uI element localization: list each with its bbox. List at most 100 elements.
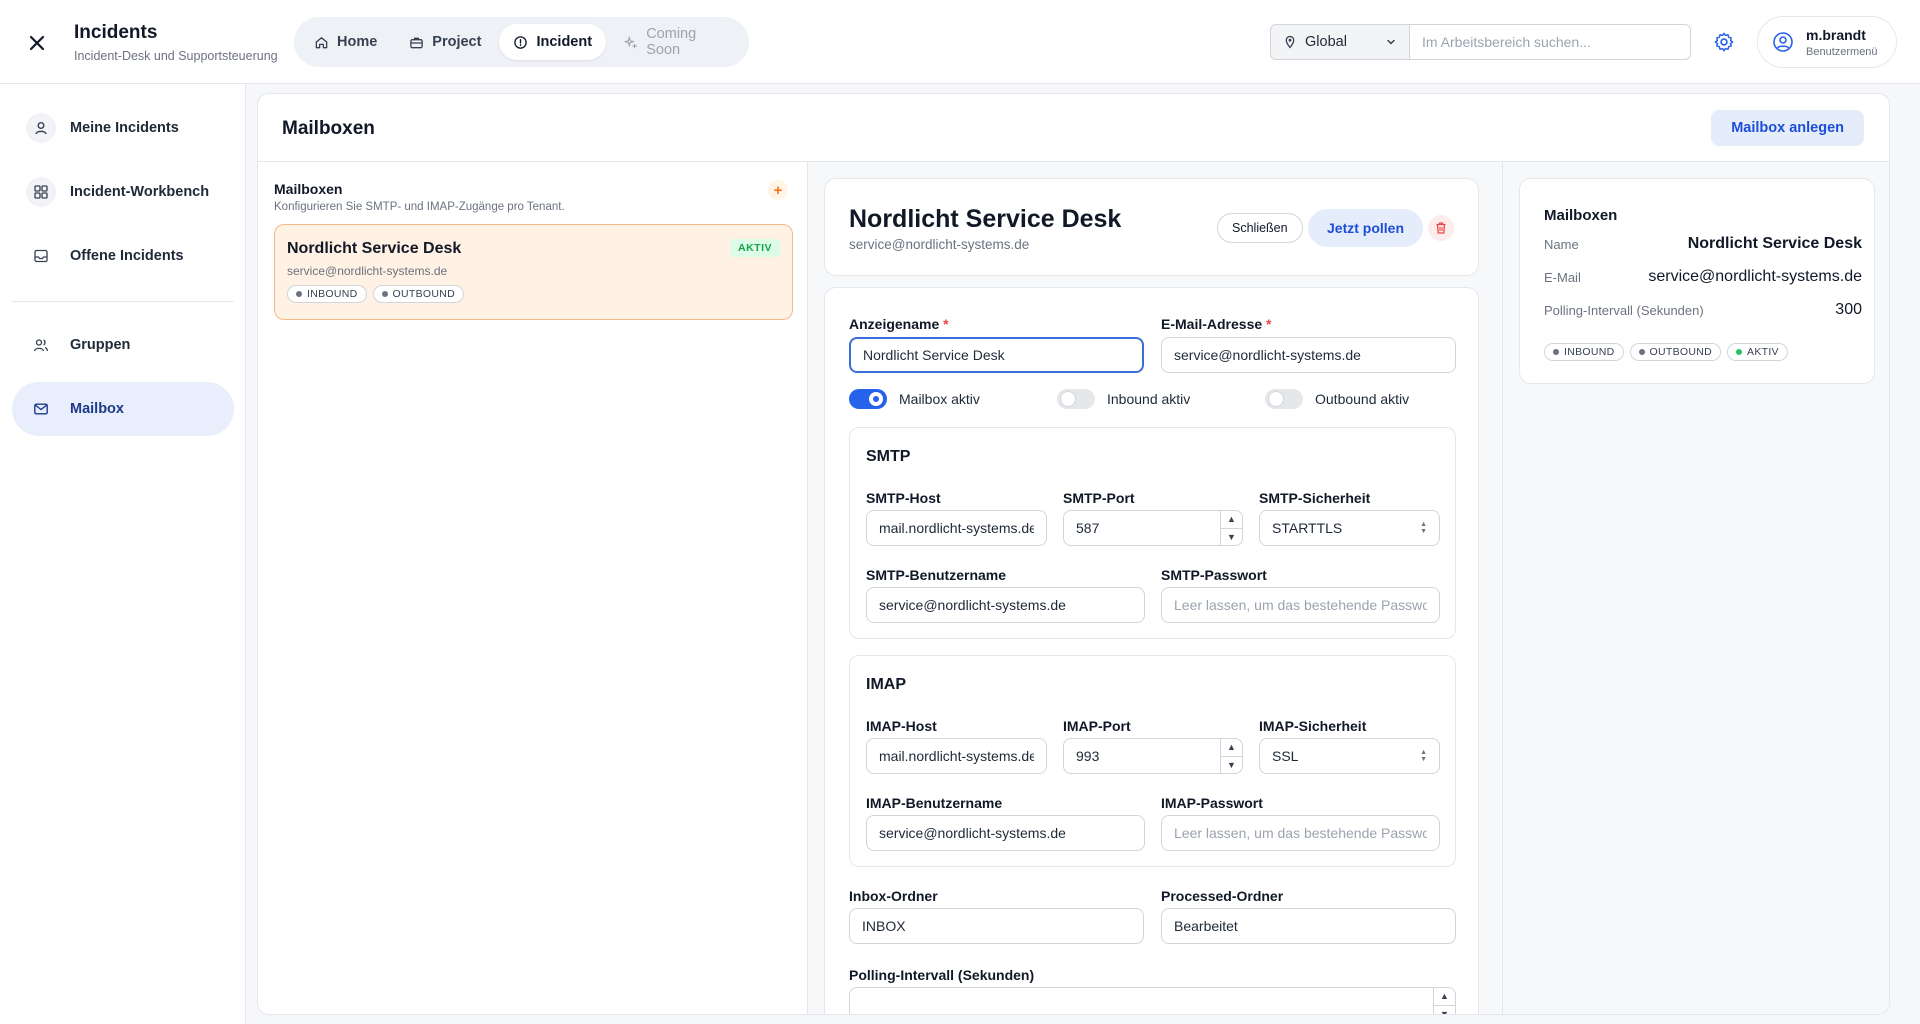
user-menu[interactable]: m.brandt Benutzermenü (1757, 16, 1897, 68)
toggle-outbound-active[interactable]: Outbound aktiv (1265, 389, 1409, 409)
close-icon[interactable] (22, 28, 52, 58)
tag-dot (1736, 349, 1743, 355)
tab-project-label: Project (432, 34, 482, 50)
summary-value: 300 (1835, 301, 1862, 318)
toggle-switch[interactable] (849, 389, 887, 409)
summary-key: Name (1544, 236, 1579, 252)
processed-folder-input[interactable] (1161, 908, 1456, 944)
toggle-label: Mailbox aktiv (899, 391, 980, 407)
mailbox-item-tags: INBOUND OUTBOUND (287, 285, 465, 303)
create-mailbox-button[interactable]: Mailbox anlegen (1711, 110, 1864, 146)
main-navigation: Home Project Incident Coming Soon (294, 17, 749, 67)
gear-icon[interactable] (1710, 28, 1738, 56)
imap-host-input[interactable] (866, 738, 1047, 774)
top-bar: Incidents Incident-Desk und Supportsteue… (0, 0, 1920, 84)
smtp-port-stepper[interactable]: 587 ▲ ▼ (1063, 510, 1243, 546)
sidebar-item-meine-incidents[interactable]: Meine Incidents (12, 101, 234, 155)
sidebar-item-offene-incidents[interactable]: Offene Incidents (12, 229, 234, 283)
toggle-inbound-active[interactable]: Inbound aktiv (1057, 389, 1190, 409)
sidebar-divider (12, 301, 234, 302)
smtp-user-label: SMTP-Benutzername (866, 567, 1007, 583)
display-name-label-text: Anzeigename (849, 316, 940, 332)
app-title: Incidents (74, 22, 158, 43)
inbox-folder-input[interactable] (849, 908, 1144, 944)
mailbox-summary-panel: Mailboxen Name Nordlicht Service Desk E-… (1502, 162, 1889, 1014)
email-input[interactable] (1161, 337, 1456, 373)
tab-home-label: Home (337, 34, 378, 50)
tag-label: OUTBOUND (392, 288, 456, 300)
tag-inbound: INBOUND (287, 285, 367, 303)
chevron-up-icon[interactable]: ▲ (1221, 739, 1242, 757)
chevron-down-icon[interactable]: ▼ (1221, 757, 1242, 774)
toggle-switch[interactable] (1265, 389, 1303, 409)
user-menu-label: Benutzermenü (1806, 45, 1878, 58)
sidebar-item-incident-workbench[interactable]: Incident-Workbench (12, 165, 234, 219)
workspace-search-input[interactable] (1409, 24, 1691, 60)
toggle-switch[interactable] (1057, 389, 1095, 409)
smtp-host-input[interactable] (866, 510, 1047, 546)
required-marker: * (943, 316, 949, 332)
summary-value: service@nordlicht-systems.de (1648, 268, 1862, 285)
imap-security-select[interactable]: SSL ▲ ▼ (1259, 738, 1440, 774)
toggle-knob (1269, 392, 1283, 406)
chevron-down-icon[interactable]: ▼ (1221, 529, 1242, 546)
tag-label: INBOUND (1564, 346, 1615, 358)
tab-coming-soon[interactable]: Coming Soon (610, 24, 743, 60)
mailbox-detail-header: Nordlicht Service Desk service@nordlicht… (824, 178, 1479, 276)
stepper-controls: ▲ ▼ (1220, 739, 1242, 773)
stepper-controls: ▲ ▼ (1220, 511, 1242, 545)
smtp-security-select[interactable]: STARTTLS ▲ ▼ (1259, 510, 1440, 546)
mail-icon (26, 394, 56, 424)
sidebar-item-mailbox[interactable]: Mailbox (12, 382, 234, 436)
grid-icon (26, 177, 56, 207)
add-mailbox-plus-icon[interactable]: + (768, 180, 788, 200)
trash-icon[interactable] (1428, 215, 1454, 241)
close-button[interactable]: Schließen (1217, 213, 1303, 243)
mailbox-item-name: Nordlicht Service Desk (287, 240, 462, 257)
smtp-port-label: SMTP-Port (1063, 490, 1135, 506)
smtp-host-label: SMTP-Host (866, 490, 941, 506)
email-label: E-Mail-Adresse * (1161, 316, 1272, 332)
required-marker: * (1266, 316, 1272, 332)
display-name-input[interactable] (849, 337, 1144, 373)
tag-dot (381, 291, 388, 297)
sidebar-item-gruppen[interactable]: Gruppen (12, 318, 234, 372)
mailbox-list-item[interactable]: Nordlicht Service Desk service@nordlicht… (274, 224, 793, 320)
mailbox-item-email: service@nordlicht-systems.de (287, 264, 448, 278)
tab-project[interactable]: Project (395, 24, 495, 60)
smtp-password-input[interactable] (1161, 587, 1440, 623)
sidebar: Meine Incidents Incident-Workbench Offen… (0, 84, 246, 1024)
toggle-mailbox-active[interactable]: Mailbox aktiv (849, 389, 980, 409)
chevron-up-icon[interactable]: ▲ (1434, 988, 1455, 1006)
select-updown-icon: ▲ ▼ (1420, 521, 1427, 535)
chevron-down-icon[interactable]: ▼ (1434, 1006, 1455, 1014)
tag-dot (1553, 349, 1559, 355)
tab-incident[interactable]: Incident (499, 24, 607, 60)
page-title: Mailboxen (282, 118, 375, 139)
display-name-label: Anzeigename * (849, 316, 949, 332)
smtp-user-input[interactable] (866, 587, 1145, 623)
status-badge: AKTIV (730, 239, 780, 257)
summary-tags: INBOUND OUTBOUND AKTIV (1544, 343, 1788, 361)
imap-port-label: IMAP-Port (1063, 718, 1131, 734)
scope-select[interactable]: Global (1270, 24, 1410, 60)
imap-user-input[interactable] (866, 815, 1145, 851)
tag-label: AKTIV (1747, 346, 1779, 358)
tab-home[interactable]: Home (300, 24, 391, 60)
stepper-controls: ▲ ▼ (1433, 988, 1455, 1014)
polling-interval-label: Polling-Intervall (Sekunden) (849, 967, 1035, 983)
imap-title: IMAP (866, 676, 906, 693)
polling-interval-stepper[interactable]: ▲ ▼ (849, 987, 1456, 1014)
app-brand: Incidents Incident-Desk und Supportsteue… (74, 22, 278, 63)
imap-host-label: IMAP-Host (866, 718, 937, 734)
scope-value: Global (1305, 34, 1347, 50)
inbox-icon (26, 241, 56, 271)
imap-security-label: IMAP-Sicherheit (1259, 718, 1367, 734)
imap-password-input[interactable] (1161, 815, 1440, 851)
poll-now-button[interactable]: Jetzt pollen (1308, 209, 1424, 247)
smtp-security-value: STARTTLS (1272, 520, 1343, 536)
mailbox-summary-card: Mailboxen Name Nordlicht Service Desk E-… (1519, 178, 1875, 384)
chevron-up-icon[interactable]: ▲ (1221, 511, 1242, 529)
imap-port-stepper[interactable]: 993 ▲ ▼ (1063, 738, 1243, 774)
imap-user-label: IMAP-Benutzername (866, 795, 1003, 811)
